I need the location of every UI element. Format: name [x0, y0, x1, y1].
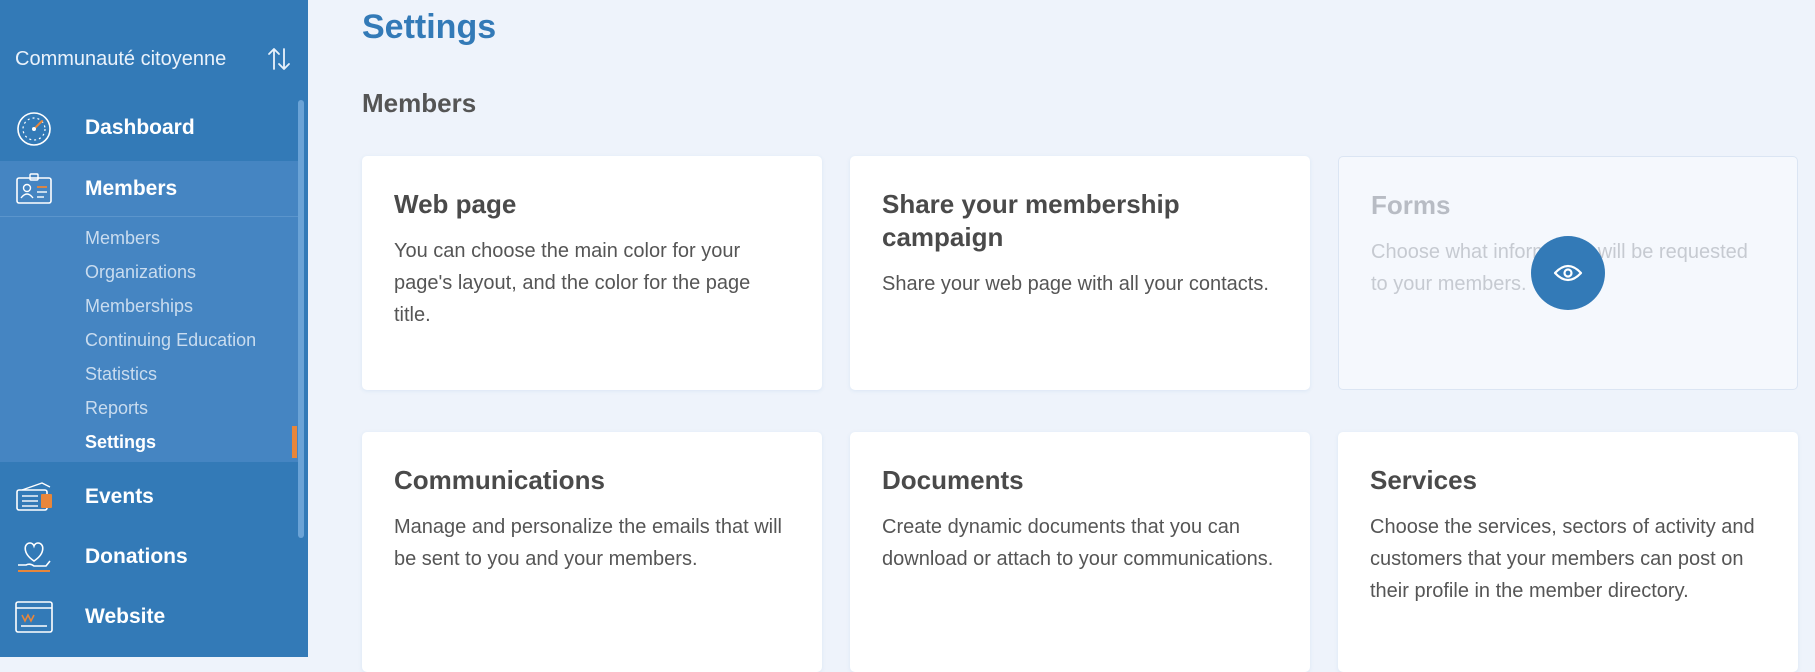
events-ticket-icon: [16, 482, 52, 511]
nav-item-website[interactable]: Website: [0, 588, 298, 646]
settings-card-services[interactable]: Services Choose the services, sectors of…: [1338, 432, 1798, 672]
card-title: Communications: [394, 465, 605, 495]
card-description: Manage and personalize the emails that w…: [394, 516, 782, 570]
submenu-item-settings[interactable]: Settings: [85, 432, 156, 453]
eye-icon: [1553, 264, 1583, 282]
preview-button[interactable]: [1531, 236, 1605, 310]
nav-label-donations: Donations: [85, 545, 188, 568]
settings-card-web-page[interactable]: Web page You can choose the main color f…: [362, 156, 822, 390]
settings-card-share-campaign[interactable]: Share your membership campaign Share you…: [850, 156, 1310, 390]
card-title: Services: [1370, 465, 1477, 495]
section-title: Members: [362, 88, 477, 118]
submenu-item-members[interactable]: Members: [85, 228, 160, 249]
nav-item-dashboard[interactable]: Dashboard: [0, 99, 298, 157]
submenu-item-continuing-education[interactable]: Continuing Education: [85, 330, 256, 351]
card-title: Forms: [1371, 190, 1451, 220]
organization-switcher[interactable]: Communauté citoyenne: [15, 42, 295, 76]
card-title: Web page: [394, 189, 517, 219]
settings-card-communications[interactable]: Communications Manage and personalize th…: [362, 432, 822, 672]
switch-arrows-icon[interactable]: [267, 45, 291, 73]
nav-item-members[interactable]: Members: [0, 161, 298, 217]
active-indicator: [292, 426, 297, 458]
submenu-item-memberships[interactable]: Memberships: [85, 296, 193, 317]
nav-item-events[interactable]: Events: [0, 468, 298, 526]
sidebar-scrollbar-thumb[interactable]: [298, 100, 304, 538]
organization-name: Communauté citoyenne: [15, 47, 227, 70]
settings-card-documents[interactable]: Documents Create dynamic documents that …: [850, 432, 1310, 672]
nav-label-website: Website: [85, 605, 166, 628]
card-description: You can choose the main color for your p…: [394, 240, 751, 326]
card-description: Choose the services, sectors of activity…: [1370, 516, 1755, 602]
submenu-item-reports[interactable]: Reports: [85, 398, 148, 419]
nav-item-donations[interactable]: Donations: [0, 528, 298, 586]
submenu-item-organizations[interactable]: Organizations: [85, 262, 196, 283]
main-content: Settings Members Web page You can choose…: [308, 0, 1815, 672]
card-title: Documents: [882, 465, 1024, 495]
nav-label-events: Events: [85, 485, 154, 508]
sidebar-scrollbar[interactable]: [298, 100, 304, 540]
nav-label-members: Members: [85, 176, 178, 200]
card-description: Share your web page with all your contac…: [882, 273, 1269, 295]
page-title: Settings: [362, 8, 497, 46]
dashboard-gauge-icon: [17, 112, 51, 146]
card-title: Share your membership campaign: [882, 189, 1180, 252]
donations-heart-hand-icon: [18, 542, 51, 572]
card-description: Create dynamic documents that you can do…: [882, 516, 1274, 570]
website-browser-icon: [15, 601, 53, 633]
nav-label-dashboard: Dashboard: [85, 116, 195, 139]
submenu-item-statistics[interactable]: Statistics: [85, 364, 157, 385]
members-submenu: Members Organizations Memberships Contin…: [0, 217, 298, 462]
sidebar: Communauté citoyenne Dashboard Members M…: [0, 0, 308, 657]
members-badge-icon: [16, 172, 52, 204]
